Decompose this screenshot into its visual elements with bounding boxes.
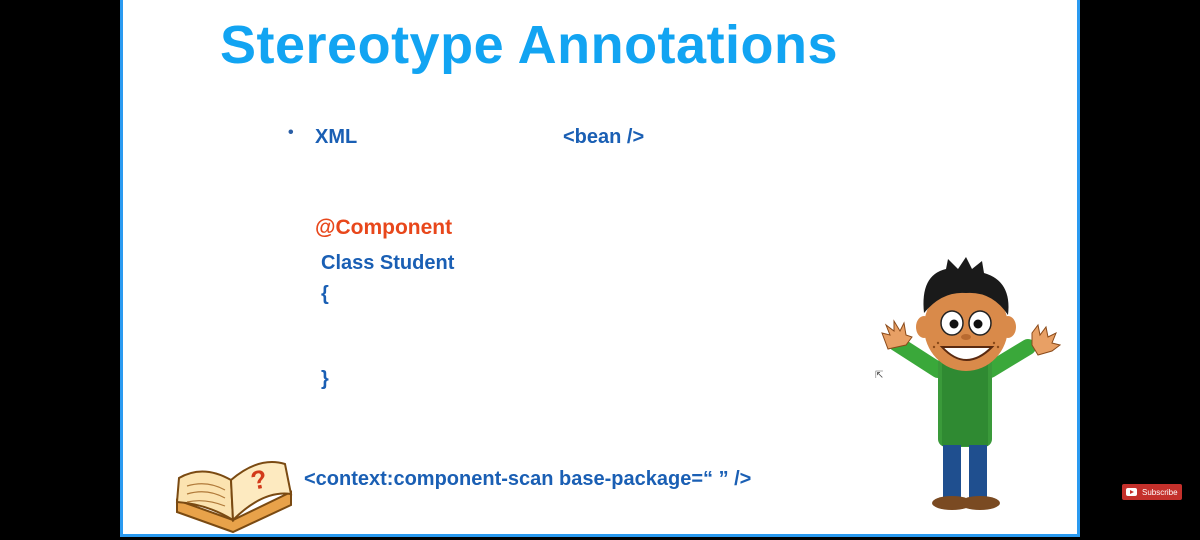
slide-title: Stereotype Annotations <box>220 15 839 75</box>
bean-tag: <bean /> <box>563 126 645 148</box>
class-declaration: Class Student <box>321 252 455 274</box>
component-scan-tag: <context:component-scan base-package=“ ”… <box>304 468 752 490</box>
component-annotation: @Component <box>315 216 453 239</box>
slide: Stereotype Annotations • XML <bean /> @C… <box>120 0 1080 537</box>
subscribe-button[interactable]: Subscribe <box>1122 484 1182 500</box>
cartoon-boy-illustration <box>868 255 1063 525</box>
subscribe-label: Subscribe <box>1142 487 1178 497</box>
bullet-dot: • <box>288 124 294 141</box>
book-icon: ? <box>173 450 298 540</box>
open-brace: { <box>321 283 329 305</box>
close-brace: } <box>321 368 329 390</box>
xml-label: XML <box>315 126 358 148</box>
youtube-icon <box>1126 488 1137 496</box>
